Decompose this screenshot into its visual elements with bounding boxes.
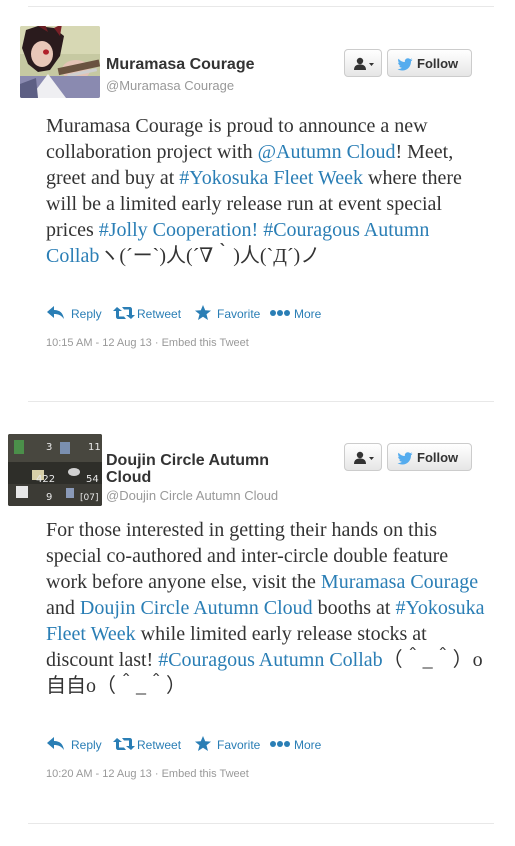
more-dots-icon (270, 741, 290, 747)
embed-link[interactable]: Embed this Tweet (162, 768, 249, 780)
reply-label: Reply (71, 738, 102, 752)
text-segment: and (46, 597, 80, 619)
timestamp[interactable]: 10:20 AM - 12 Aug 13 (46, 768, 152, 780)
avatar-number: 422 (36, 474, 55, 485)
more-label: More (294, 738, 322, 752)
star-icon (195, 736, 211, 751)
follow-button[interactable]: Follow (387, 443, 472, 471)
tweet-2: 3 11 422 54 9 [07] Doujin Circle Autumn … (0, 0, 515, 846)
retweet-label: Retweet (137, 738, 182, 752)
avatar[interactable]: 3 11 422 54 9 [07] (8, 434, 102, 506)
text-segment: booths at (312, 597, 396, 619)
mention-link[interactable]: Muramasa Courage (321, 571, 478, 593)
favorite-label: Favorite (217, 738, 261, 752)
hashtag-link[interactable]: #Couragous Autumn Collab (158, 649, 382, 671)
tweet-meta: 10:20 AM - 12 Aug 13 · Embed this Tweet (46, 768, 249, 780)
handle[interactable]: @Doujin Circle Autumn Cloud (106, 488, 278, 503)
avatar-number: 3 (46, 442, 52, 453)
separator-bottom (28, 823, 494, 824)
avatar-number: [07] (80, 493, 98, 503)
retweet-icon (113, 738, 135, 750)
avatar-number: 9 (46, 492, 52, 503)
reply-icon (47, 737, 64, 750)
display-name[interactable]: Doujin Circle Autumn Cloud (106, 452, 306, 486)
avatar-number: 11 (88, 442, 101, 453)
follow-label: Follow (417, 450, 459, 465)
avatar-number: 54 (86, 474, 99, 485)
meta-separator: · (151, 768, 162, 780)
user-dropdown-icon (354, 451, 374, 464)
tweet-text: For those interested in getting their ha… (46, 517, 486, 699)
user-actions-button[interactable] (344, 443, 382, 471)
twitter-bird-icon (397, 452, 413, 465)
mention-link[interactable]: Doujin Circle Autumn Cloud (80, 597, 313, 619)
